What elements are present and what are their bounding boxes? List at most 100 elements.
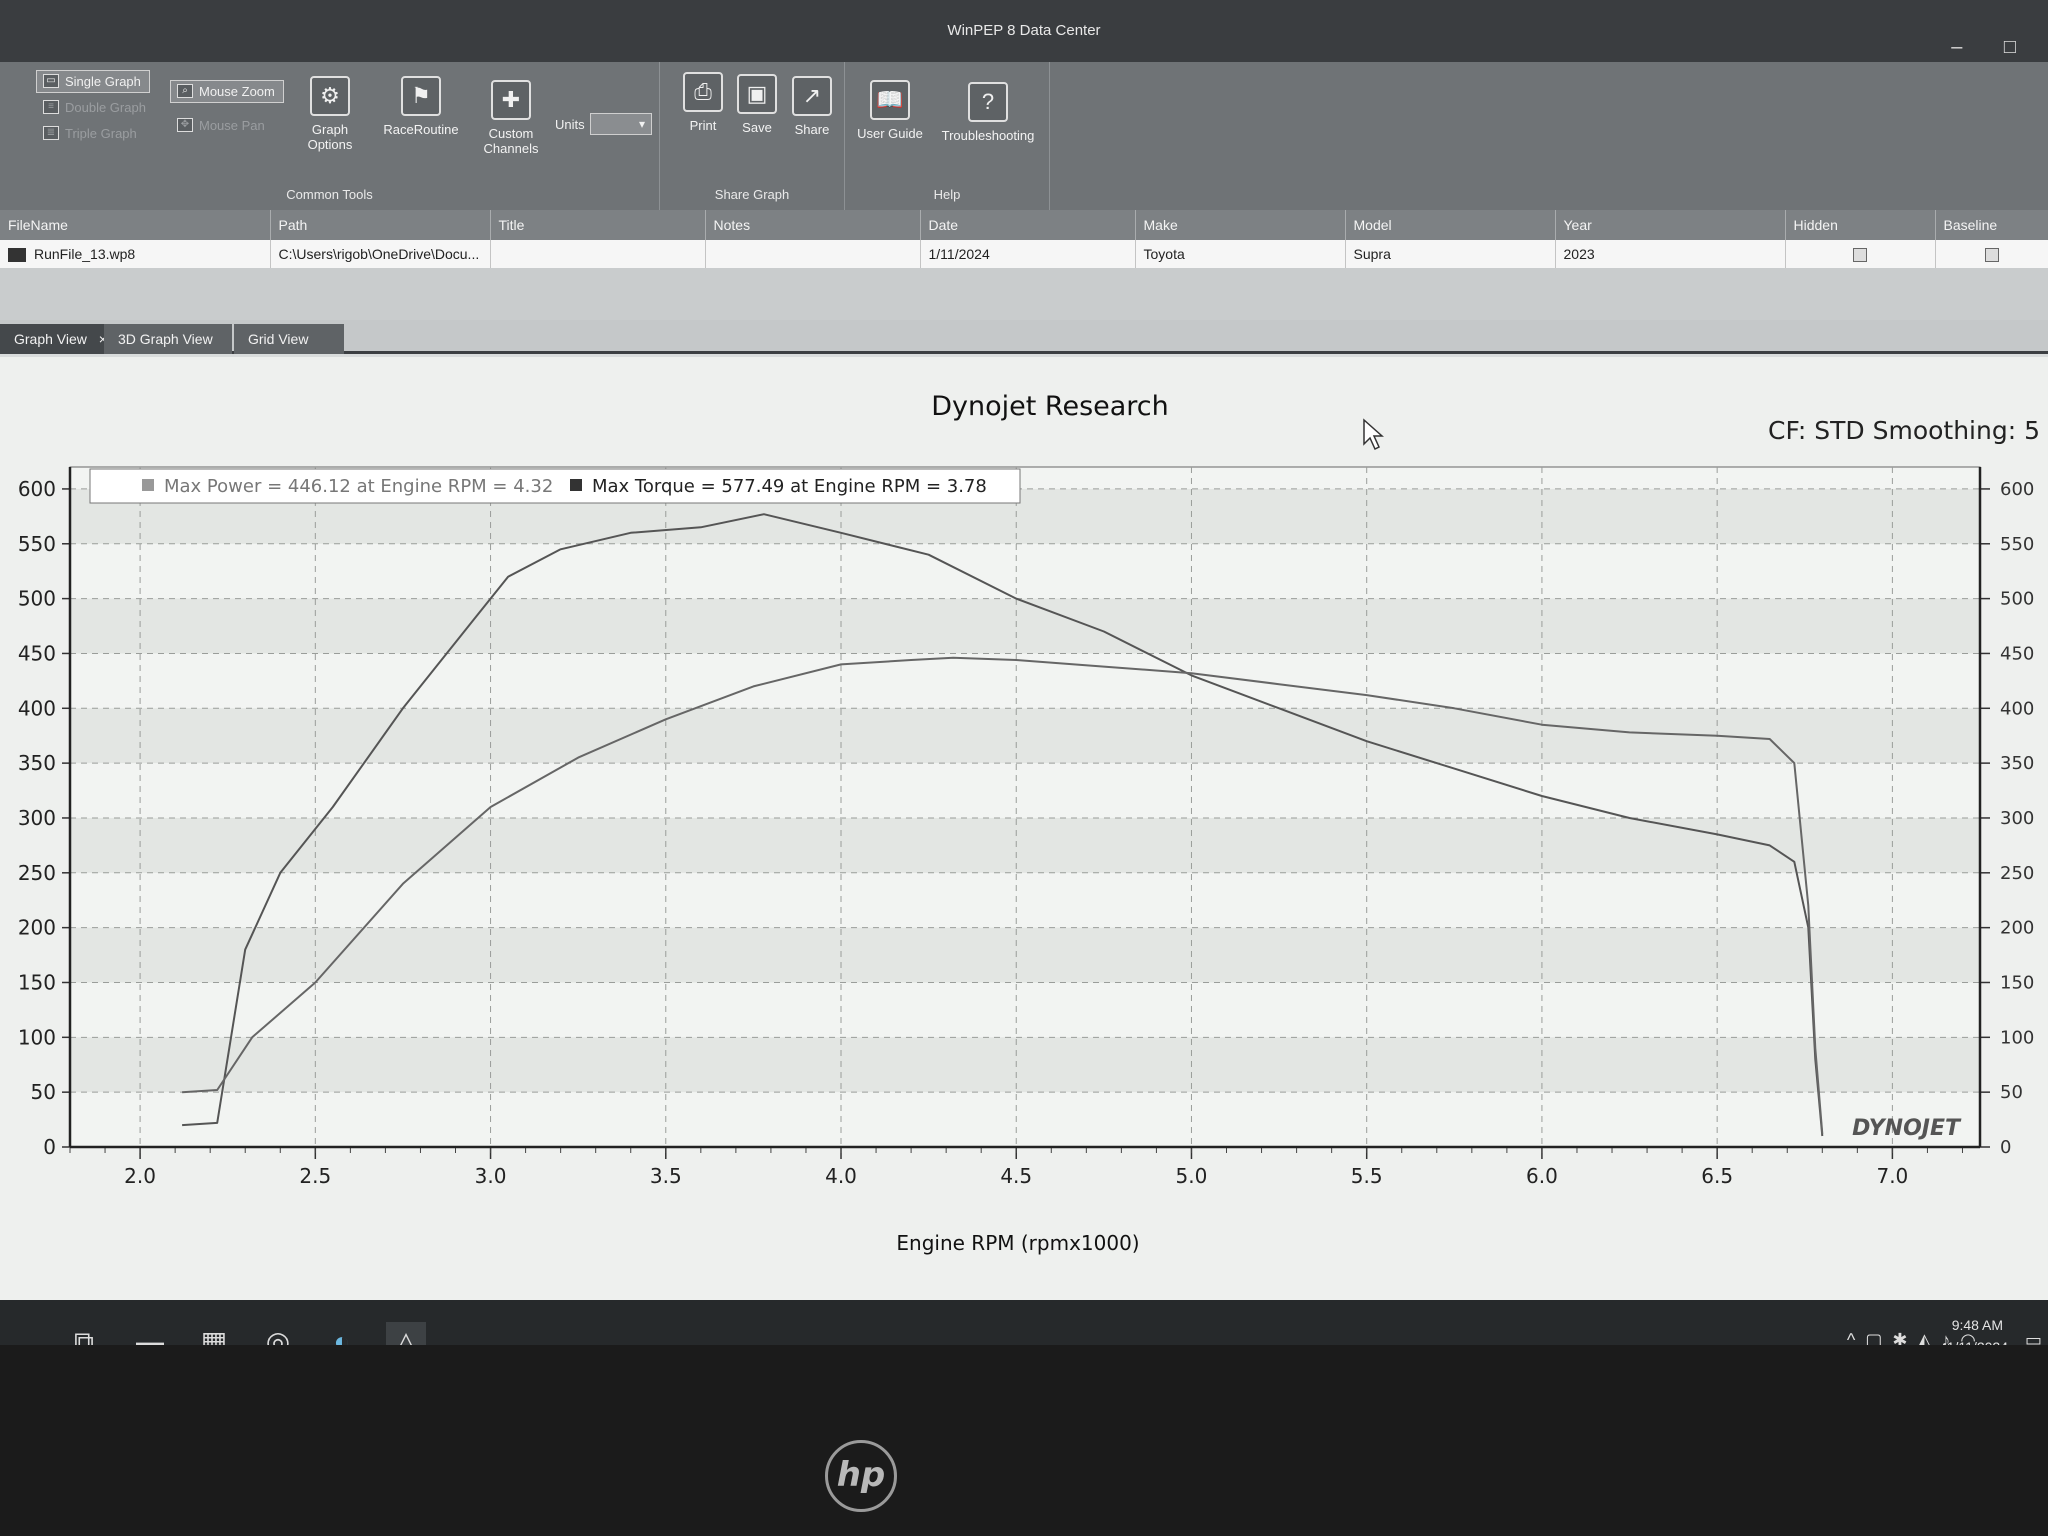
date-cell[interactable]: 1/11/2024 (920, 240, 1136, 268)
gear-icon: ⚙ (310, 76, 350, 116)
x-tick-label: 7.0 (1876, 1164, 1908, 1188)
year-cell[interactable]: 2023 (1555, 240, 1786, 268)
zoom-icon: ⌕ (177, 84, 193, 98)
column-header-year[interactable]: Year (1555, 210, 1786, 240)
model-cell[interactable]: Supra (1345, 240, 1556, 268)
legend-power-swatch (142, 479, 154, 491)
app-window: WinPEP 8 Data Center – □ ▭ Single Graph ≡… (0, 0, 2048, 1345)
x-tick-label: 5.5 (1351, 1164, 1383, 1188)
column-header-notes[interactable]: Notes (705, 210, 921, 240)
triple-graph-icon: ≣ (43, 126, 59, 140)
tab-graph-view[interactable]: Graph View × (0, 324, 121, 354)
y-tick-label: 250 (18, 861, 56, 885)
y-right-tick-label: 550 (2000, 534, 2034, 555)
y-tick-label: 50 (31, 1080, 56, 1104)
chevron-up-icon[interactable]: ^ (1847, 1330, 1865, 1345)
x-tick-label: 4.0 (825, 1164, 857, 1188)
dynojet-watermark: DYNOJET (1852, 1116, 1962, 1141)
meet-icon[interactable]: ▢ (1865, 1330, 1892, 1345)
table-row[interactable]: RunFile_13.wp8 C:\Users\rigob\OneDrive\D… (0, 240, 2048, 268)
view-tabs: Graph View × 3D Graph View Grid View (0, 320, 2048, 354)
common-tools-label: Common Tools (286, 187, 373, 202)
title-bar: WinPEP 8 Data Center – □ (0, 0, 2048, 62)
share-graph-label: Share Graph (714, 187, 790, 202)
column-header-path[interactable]: Path (270, 210, 491, 240)
chrome-icon[interactable]: ◎ (258, 1322, 298, 1345)
store-icon[interactable]: ▦ (194, 1322, 234, 1345)
double-graph-button[interactable]: ≡ Double Graph (36, 96, 155, 119)
mouse-zoom-button[interactable]: ⌕ Mouse Zoom (170, 80, 284, 103)
column-header-date[interactable]: Date (920, 210, 1136, 240)
single-graph-icon: ▭ (43, 74, 59, 88)
save-button[interactable]: ▣ Save (732, 74, 782, 135)
units-label: Units (555, 117, 585, 132)
mouse-pan-button[interactable]: ✥ Mouse Pan (170, 114, 274, 137)
y-tick-label: 450 (18, 641, 56, 665)
grid-band (70, 1037, 1980, 1093)
graph-options-button[interactable]: ⚙ Graph Options (298, 76, 362, 152)
task-view-icon[interactable]: ⧉ (64, 1322, 104, 1345)
y-right-tick-label: 50 (2000, 1082, 2023, 1103)
x-tick-label: 6.5 (1701, 1164, 1733, 1188)
network-icon[interactable]: ◭ (1917, 1330, 1941, 1345)
column-header-filename[interactable]: FileName (0, 210, 271, 240)
taskbar: ⧉ ▬ ▦ ◎ ◐ △ ^▢✱◭♪◠ 9:48 AM 1/11/2024 ▭ (0, 1300, 2048, 1345)
common-tools-group: ▭ Single Graph ≡ Double Graph ≣ Triple Grap… (0, 62, 660, 210)
make-cell[interactable]: Toyota (1135, 240, 1346, 268)
y-tick-label: 350 (18, 751, 56, 775)
x-tick-label: 3.0 (475, 1164, 507, 1188)
column-header-title[interactable]: Title (490, 210, 706, 240)
filename-cell[interactable]: RunFile_13.wp8 (0, 240, 271, 268)
column-header-baseline[interactable]: Baseline (1935, 210, 2048, 240)
y-right-tick-label: 0 (2000, 1137, 2011, 1158)
x-tick-label: 6.0 (1526, 1164, 1558, 1188)
user-guide-button[interactable]: 📖 User Guide (855, 80, 925, 141)
title-cell[interactable] (490, 240, 706, 268)
tab-3d-graph-view[interactable]: 3D Graph View (104, 324, 232, 354)
custom-channels-button[interactable]: ✚ Custom Channels (478, 80, 544, 156)
share-graph-group: ⎙ Print ▣ Save ↗ Share Share Graph (660, 62, 845, 210)
y-right-tick-label: 400 (2000, 698, 2034, 719)
single-graph-button[interactable]: ▭ Single Graph (36, 70, 150, 93)
hp-logo: hp (825, 1440, 897, 1512)
chevron-down-icon: ▾ (638, 117, 645, 131)
help-label: Help (933, 187, 961, 202)
x-tick-label: 5.0 (1176, 1164, 1208, 1188)
edge-icon[interactable]: ◐ (322, 1322, 362, 1345)
tab-grid-view[interactable]: Grid View (234, 324, 344, 354)
baseline-cell (1935, 240, 2048, 268)
grid-band (70, 817, 1980, 873)
notes-cell[interactable] (705, 240, 921, 268)
column-header-make[interactable]: Make (1135, 210, 1346, 240)
window-title: WinPEP 8 Data Center (947, 22, 1101, 39)
notification-icon[interactable]: ▭ (2025, 1330, 2042, 1345)
column-header-hidden[interactable]: Hidden (1785, 210, 1936, 240)
y-right-tick-label: 450 (2000, 643, 2034, 664)
triple-graph-button[interactable]: ≣ Triple Graph (36, 122, 146, 145)
y-tick-label: 200 (18, 916, 56, 940)
dyno-chart[interactable]: Dynojet Research CF: STD Smoothing: 5 0 5… (0, 357, 2048, 1302)
chart-title: Dynojet Research (931, 391, 1169, 422)
printer-icon: ⎙ (683, 72, 723, 112)
x-tick-label: 4.5 (1000, 1164, 1032, 1188)
winpep-icon[interactable]: △ (386, 1322, 426, 1345)
legend-torque: Max Torque = 577.49 at Engine RPM = 3.78 (592, 476, 987, 497)
troubleshooting-button[interactable]: ? Troubleshooting (933, 82, 1043, 143)
file-explorer-icon[interactable]: ▬ (130, 1322, 170, 1345)
units-dropdown[interactable]: ▾ (590, 113, 652, 135)
hidden-checkbox[interactable] (1853, 248, 1867, 263)
legend-power: Max Power = 446.12 at Engine RPM = 4.32 (164, 476, 553, 497)
baseline-checkbox[interactable] (1984, 248, 1999, 263)
share-button[interactable]: ↗ Share (786, 76, 838, 137)
y-tick-label: 500 (18, 587, 56, 611)
file-table: FileName Path Title Notes Date Make Mode… (0, 210, 2048, 320)
bluetooth-icon[interactable]: ✱ (1892, 1330, 1917, 1345)
path-cell[interactable]: C:\Users\rigob\OneDrive\Docu... (270, 240, 491, 268)
raceroutine-button[interactable]: ⚑ RaceRoutine (376, 76, 466, 137)
clock-date: 1/11/2024 (1947, 1336, 2008, 1345)
clock[interactable]: 9:48 AM 1/11/2024 (1947, 1314, 2008, 1345)
help-group: 📖 User Guide ? Troubleshooting Help (845, 62, 1050, 210)
column-header-model[interactable]: Model (1345, 210, 1556, 240)
print-button[interactable]: ⎙ Print (678, 72, 728, 133)
y-right-tick-label: 500 (2000, 589, 2034, 610)
